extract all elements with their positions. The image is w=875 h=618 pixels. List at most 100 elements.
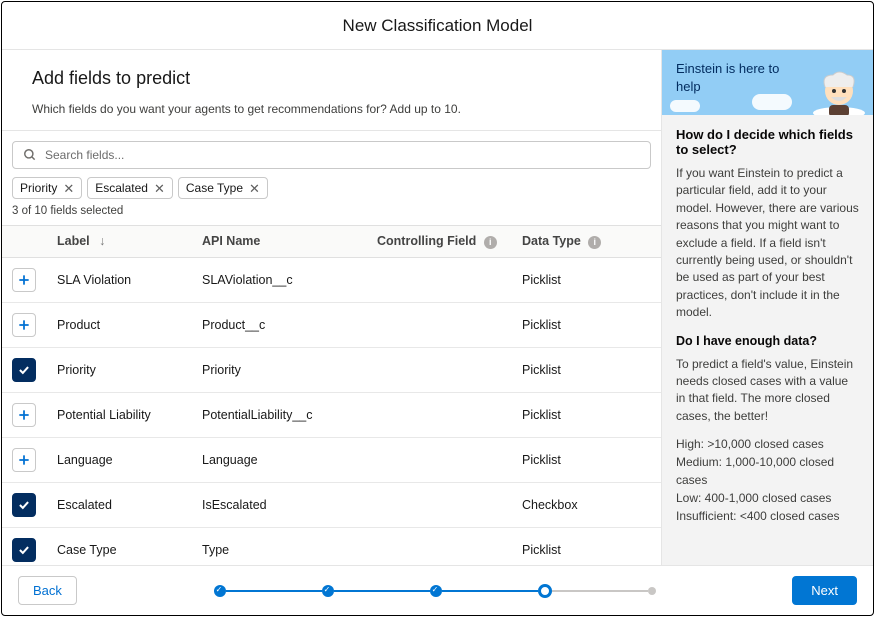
- cell-ctrl: [367, 347, 512, 392]
- chip-label: Case Type: [186, 181, 243, 195]
- close-icon[interactable]: ✕: [249, 182, 260, 195]
- cell-api: IsEscalated: [192, 482, 367, 527]
- close-icon[interactable]: ✕: [63, 182, 74, 195]
- step-future[interactable]: [648, 587, 656, 595]
- progress-stepper: [77, 584, 792, 598]
- filter-chip[interactable]: Escalated ✕: [87, 177, 173, 199]
- help-q1: How do I decide which fields to select?: [676, 127, 859, 157]
- help-banner: Einstein is here to help: [662, 50, 873, 115]
- cell-api: Product__c: [192, 302, 367, 347]
- close-icon[interactable]: ✕: [154, 182, 165, 195]
- cell-api: Language: [192, 437, 367, 482]
- cell-api: SLAViolation__c: [192, 257, 367, 302]
- cell-dtype: Picklist: [512, 257, 661, 302]
- banner-text: Einstein is here to help: [676, 60, 796, 95]
- selection-count: 3 of 10 fields selected: [2, 205, 661, 225]
- stat-low: Low: 400-1,000 closed cases: [676, 489, 859, 507]
- cell-label: Language: [47, 437, 192, 482]
- step-connector: [442, 590, 538, 592]
- cell-api: Priority: [192, 347, 367, 392]
- cell-label: SLA Violation: [47, 257, 192, 302]
- help-q2: Do I have enough data?: [676, 334, 859, 348]
- filter-chip[interactable]: Case Type ✕: [178, 177, 268, 199]
- cell-api: Type: [192, 527, 367, 565]
- intro-section: Add fields to predict Which fields do yo…: [2, 50, 661, 131]
- step-connector: [552, 590, 648, 592]
- cell-dtype: Picklist: [512, 437, 661, 482]
- next-button[interactable]: Next: [792, 576, 857, 605]
- deselect-button[interactable]: [12, 493, 36, 517]
- cell-label: Priority: [47, 347, 192, 392]
- stat-medium: Medium: 1,000-10,000 closed cases: [676, 453, 859, 489]
- cell-label: Escalated: [47, 482, 192, 527]
- col-controlling-field[interactable]: Controlling Field i: [367, 226, 512, 258]
- intro-subtext: Which fields do you want your agents to …: [32, 102, 631, 116]
- cell-dtype: Picklist: [512, 347, 661, 392]
- cell-ctrl: [367, 437, 512, 482]
- step-connector: [334, 590, 430, 592]
- table-row: EscalatedIsEscalated Checkbox: [2, 482, 661, 527]
- cell-ctrl: [367, 482, 512, 527]
- modal-container: New Classification Model Add fields to p…: [1, 1, 874, 616]
- help-a2: To predict a field's value, Einstein nee…: [676, 356, 859, 426]
- help-panel: Einstein is here to help How do I decide…: [661, 50, 873, 565]
- table-row: ProductProduct__c Picklist: [2, 302, 661, 347]
- col-label[interactable]: Label ↓: [47, 226, 192, 258]
- filter-chips: Priority ✕ Escalated ✕ Case Type ✕: [2, 177, 661, 205]
- search-input[interactable]: [45, 148, 640, 162]
- cell-ctrl: [367, 302, 512, 347]
- cell-ctrl: [367, 527, 512, 565]
- step-done[interactable]: [430, 585, 442, 597]
- cell-label: Case Type: [47, 527, 192, 565]
- cell-dtype: Checkbox: [512, 482, 661, 527]
- cell-ctrl: [367, 392, 512, 437]
- deselect-button[interactable]: [12, 358, 36, 382]
- step-done[interactable]: [322, 585, 334, 597]
- step-current[interactable]: [538, 584, 552, 598]
- filter-chip[interactable]: Priority ✕: [12, 177, 82, 199]
- table-row: SLA ViolationSLAViolation__c Picklist: [2, 257, 661, 302]
- einstein-icon: [809, 65, 869, 115]
- left-panel: Add fields to predict Which fields do yo…: [2, 50, 661, 565]
- add-button[interactable]: [12, 313, 36, 337]
- stat-high: High: >10,000 closed cases: [676, 435, 859, 453]
- step-done[interactable]: [214, 585, 226, 597]
- table-row: Potential LiabilityPotentialLiability__c…: [2, 392, 661, 437]
- deselect-button[interactable]: [12, 538, 36, 562]
- cell-api: PotentialLiability__c: [192, 392, 367, 437]
- footer: Back Next: [2, 566, 873, 615]
- search-input-wrapper[interactable]: [12, 141, 651, 169]
- sort-down-icon: ↓: [99, 234, 105, 248]
- chip-label: Escalated: [95, 181, 148, 195]
- add-button[interactable]: [12, 448, 36, 472]
- stat-insufficient: Insufficient: <400 closed cases: [676, 507, 859, 525]
- col-api[interactable]: API Name: [192, 226, 367, 258]
- table-row: Case TypeType Picklist: [2, 527, 661, 565]
- modal-title: New Classification Model: [2, 2, 873, 50]
- table-row: PriorityPriority Picklist: [2, 347, 661, 392]
- fields-table: Label ↓ API Name Controlling Field i Dat…: [2, 225, 661, 565]
- cell-label: Product: [47, 302, 192, 347]
- add-button[interactable]: [12, 268, 36, 292]
- help-stats: High: >10,000 closed cases Medium: 1,000…: [676, 435, 859, 525]
- cell-dtype: Picklist: [512, 302, 661, 347]
- cell-ctrl: [367, 257, 512, 302]
- chip-label: Priority: [20, 181, 57, 195]
- col-data-type[interactable]: Data Type i: [512, 226, 661, 258]
- back-button[interactable]: Back: [18, 576, 77, 605]
- col-select: [2, 226, 47, 258]
- help-a1: If you want Einstein to predict a partic…: [676, 165, 859, 322]
- help-content: How do I decide which fields to select? …: [662, 115, 873, 537]
- cell-dtype: Picklist: [512, 527, 661, 565]
- intro-heading: Add fields to predict: [32, 68, 631, 89]
- step-connector: [226, 590, 322, 592]
- modal-body: Add fields to predict Which fields do yo…: [2, 50, 873, 566]
- info-icon[interactable]: i: [484, 236, 497, 249]
- cell-dtype: Picklist: [512, 392, 661, 437]
- add-button[interactable]: [12, 403, 36, 427]
- search-section: [2, 131, 661, 177]
- info-icon[interactable]: i: [588, 236, 601, 249]
- table-row: LanguageLanguage Picklist: [2, 437, 661, 482]
- search-icon: [23, 148, 37, 162]
- fields-table-wrapper[interactable]: Label ↓ API Name Controlling Field i Dat…: [2, 225, 661, 565]
